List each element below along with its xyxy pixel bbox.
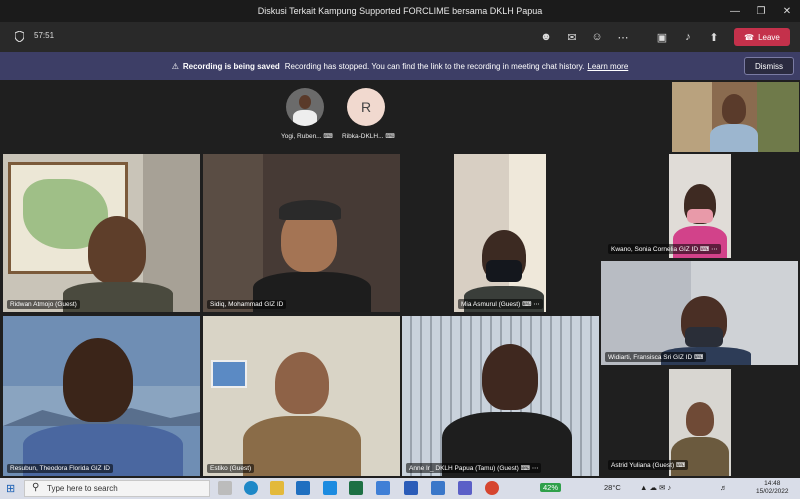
mail-icon[interactable]	[296, 481, 310, 495]
video-tile[interactable]: Sidiq, Mohammad GIZ ID	[203, 154, 400, 312]
volume-icon[interactable]: ♬	[720, 483, 728, 492]
file-explorer-icon[interactable]	[270, 481, 284, 495]
edge-icon[interactable]	[244, 481, 258, 495]
weather-temp[interactable]: 28°C	[604, 483, 621, 492]
video-tile[interactable]: Widiarti, Fransisca Sri GIZ ID ⌨	[601, 261, 798, 365]
taskbar-search[interactable]: ⚲ Type here to search	[24, 480, 210, 497]
avatar	[286, 88, 324, 126]
video-tile[interactable]	[669, 154, 731, 258]
title-bar: Diskusi Terkait Kampung Supported FORCLI…	[0, 0, 800, 22]
people-icon[interactable]: ☻	[539, 30, 553, 44]
video-tile[interactable]: Anne Ir_ DKLH Papua (Tamu) (Guest) ⌨ ⋯	[402, 316, 599, 476]
avatar: R	[347, 88, 385, 126]
mic-muted-icon: ⌨	[385, 133, 395, 140]
banner-title: Recording is being saved	[182, 61, 280, 71]
avatar-name: Yogi, Ruben... ⌨	[281, 133, 333, 140]
clock-time: 14:48	[764, 480, 781, 487]
mic-muted-icon: ⌨	[520, 465, 531, 472]
taskbar-clock[interactable]: 14:48 15/02/2022	[756, 480, 789, 496]
reactions-icon[interactable]: ☺	[590, 30, 604, 44]
share-screen-icon[interactable]: ⬆	[707, 30, 721, 44]
participant-name: Mia Asmurul (Guest) ⌨ ⋯	[458, 299, 543, 309]
video-tile[interactable]: Ridwan Atmojo (Guest)	[3, 154, 200, 312]
participant-name: Sidiq, Mohammad GIZ ID	[207, 300, 287, 309]
recording-banner: ⚠ Recording is being saved Recording has…	[0, 52, 800, 80]
windows-start-icon[interactable]: ⊞	[6, 482, 15, 495]
excel-icon[interactable]	[349, 481, 363, 495]
more-options-icon[interactable]: ⋯	[711, 246, 718, 253]
battery-indicator[interactable]: 42%	[540, 483, 562, 492]
tray-icons[interactable]: ▲ ☁ ✉ ♪	[640, 483, 671, 492]
mic-muted-icon: ⌨	[675, 462, 686, 469]
leave-button[interactable]: ☎ Leave	[734, 28, 790, 46]
avatar-name: Ribka-DKLH... ⌨	[342, 133, 395, 140]
search-icon: ⚲	[32, 482, 40, 493]
more-options-icon[interactable]: ⋯	[532, 465, 539, 472]
avatar-initial: R	[360, 99, 372, 115]
task-view-icon[interactable]	[218, 481, 232, 495]
participant-name: Resubun, Theodora Florida GIZ ID	[7, 464, 113, 473]
phone-hangup-icon: ☎	[744, 32, 755, 42]
close-button[interactable]: ✕	[774, 0, 800, 22]
clock-date: 15/02/2022	[756, 488, 789, 495]
mic-muted-icon: ⌨	[693, 354, 704, 361]
participant-name: Anne Ir_ DKLH Papua (Tamu) (Guest) ⌨ ⋯	[406, 463, 542, 473]
meeting-timer: 57:51	[34, 31, 55, 40]
window-title: Diskusi Terkait Kampung Supported FORCLI…	[257, 6, 543, 16]
restore-button[interactable]: ❐	[748, 0, 774, 22]
minimize-button[interactable]: —	[722, 0, 748, 22]
self-video-tile[interactable]	[672, 82, 799, 152]
window-controls: — ❐ ✕	[722, 0, 800, 22]
dismiss-button[interactable]: Dismiss	[744, 57, 794, 75]
leave-label: Leave	[758, 32, 780, 42]
search-placeholder: Type here to search	[47, 484, 118, 493]
avatar-tile[interactable]: Yogi, Ruben... ⌨	[281, 88, 333, 140]
calculator-icon[interactable]	[431, 481, 445, 495]
teams-icon[interactable]	[458, 481, 472, 495]
app-l-icon[interactable]	[323, 481, 337, 495]
banner-message: Recording has stopped. You can find the …	[284, 61, 585, 71]
video-tile[interactable]: Resubun, Theodora Florida GIZ ID	[3, 316, 200, 476]
mic-muted-icon: ⌨	[522, 301, 532, 308]
mic-muted-icon: ⌨	[323, 133, 333, 140]
participant-name: Widiarti, Fransisca Sri GIZ ID ⌨	[605, 352, 707, 362]
chat-icon[interactable]: ✉	[565, 30, 579, 44]
avatar-tile[interactable]: R Ribka-DKLH... ⌨	[342, 88, 395, 140]
meeting-toolbar: 57:51 ☻ ✉ ☺ ⋯ ▣ ♪ ⬆ ☎ Leave	[0, 22, 800, 52]
participant-name: Kwano, Sonia Cornelia GIZ ID ⌨ ⋯	[608, 244, 721, 254]
more-options-icon[interactable]: ⋯	[616, 30, 630, 44]
camera-icon[interactable]: ▣	[655, 30, 669, 44]
video-tile[interactable]: Mia Asmurul (Guest) ⌨ ⋯	[454, 154, 546, 312]
participant-name: Astrid Yuliana (Guest) ⌨	[608, 460, 689, 470]
more-options-icon[interactable]: ⋯	[533, 301, 540, 308]
participant-name: Estiko (Guest)	[207, 464, 255, 473]
learn-more-link[interactable]: Learn more	[587, 62, 628, 71]
photos-icon[interactable]	[376, 481, 390, 495]
shield-icon	[15, 31, 24, 42]
chrome-icon[interactable]	[485, 481, 499, 495]
word-icon[interactable]	[404, 481, 418, 495]
mic-muted-icon: ⌨	[699, 246, 710, 253]
participant-name: Ridwan Atmojo (Guest)	[7, 300, 80, 309]
warning-icon: ⚠	[171, 61, 179, 71]
taskbar: ⊞ ⚲ Type here to search 42% 28°C ▲ ☁ ✉ ♪…	[0, 478, 800, 499]
video-tile[interactable]: Estiko (Guest)	[203, 316, 400, 476]
microphone-icon[interactable]: ♪	[681, 30, 695, 44]
